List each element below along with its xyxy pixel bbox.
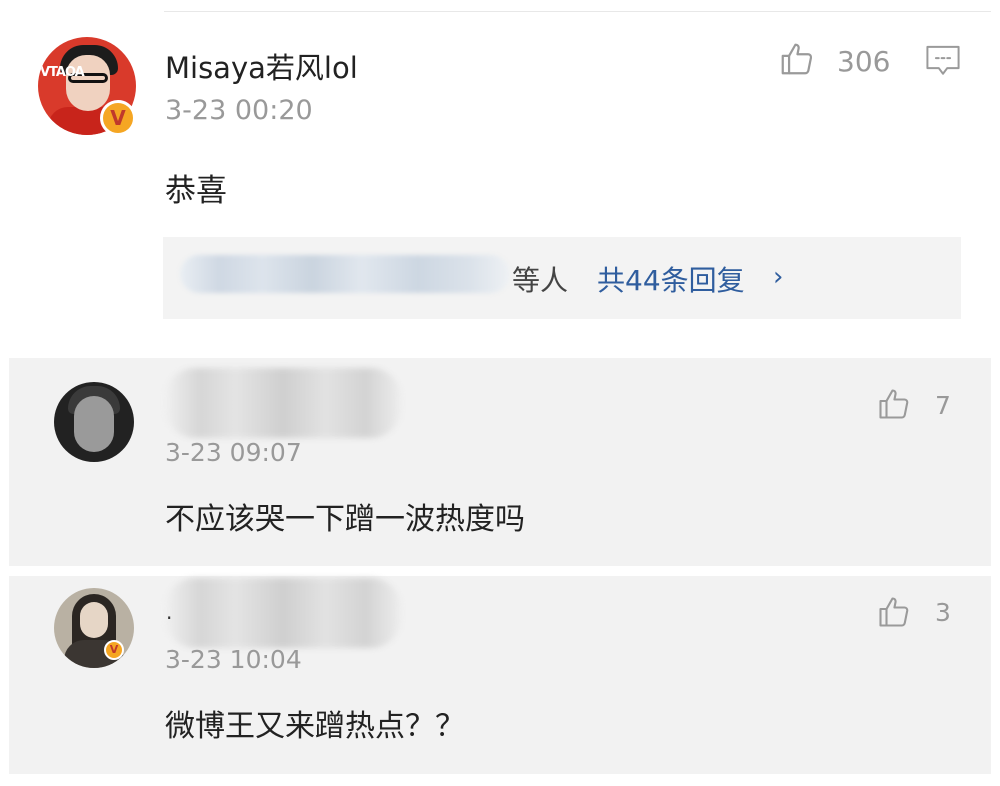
- blurred-username: [165, 578, 401, 648]
- verified-v-badge-icon: V: [104, 640, 124, 660]
- reply-time: 3-23 10:04: [165, 645, 302, 674]
- replies-etc-label: 等人: [512, 264, 569, 297]
- thumbs-up-icon[interactable]: [778, 40, 816, 78]
- verified-v-badge-icon: V: [100, 100, 136, 136]
- like-count: 306: [837, 45, 891, 78]
- thumbs-up-icon[interactable]: [876, 386, 912, 422]
- reply-item: [9, 576, 991, 774]
- like-count: 7: [935, 391, 951, 420]
- comment-time: 3-23 00:20: [165, 95, 313, 126]
- reply-text: 不应该哭一下蹭一波热度吗: [165, 502, 525, 537]
- reply-text: 微博王又来蹭热点？？: [165, 709, 465, 744]
- username-prefix: .: [166, 600, 173, 624]
- comment-text: 恭喜: [165, 173, 227, 209]
- chevron-right-icon: ›: [773, 262, 784, 292]
- username[interactable]: Misaya若风lol: [165, 45, 358, 87]
- thumbs-up-icon[interactable]: [876, 594, 912, 630]
- top-divider: [164, 11, 991, 12]
- blurred-reply-names: [180, 255, 510, 293]
- comment-bubble-icon[interactable]: [924, 44, 962, 78]
- like-count: 3: [935, 598, 951, 627]
- blurred-username: [165, 368, 401, 438]
- view-replies-link[interactable]: 共44条回复: [597, 259, 745, 299]
- avatar-reply-1[interactable]: [54, 382, 134, 462]
- reply-time: 3-23 09:07: [165, 438, 302, 467]
